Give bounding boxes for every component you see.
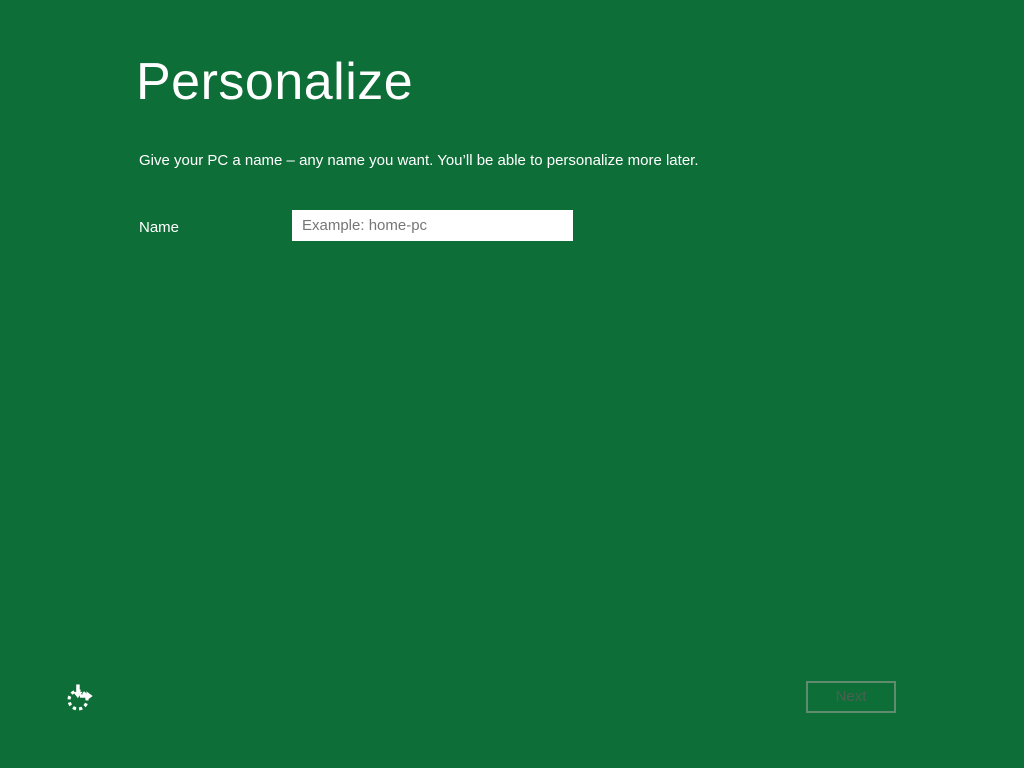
ease-of-access-button[interactable]	[62, 681, 96, 715]
next-button[interactable]: Next	[806, 681, 896, 713]
pc-name-input[interactable]	[292, 210, 573, 241]
personalize-setup-screen: Personalize Give your PC a name – any na…	[0, 0, 1024, 768]
ease-of-access-icon	[64, 683, 95, 714]
name-label: Name	[139, 219, 180, 236]
instruction-text: Give your PC a name – any name you want.…	[139, 152, 699, 169]
page-title: Personalize	[136, 53, 414, 111]
